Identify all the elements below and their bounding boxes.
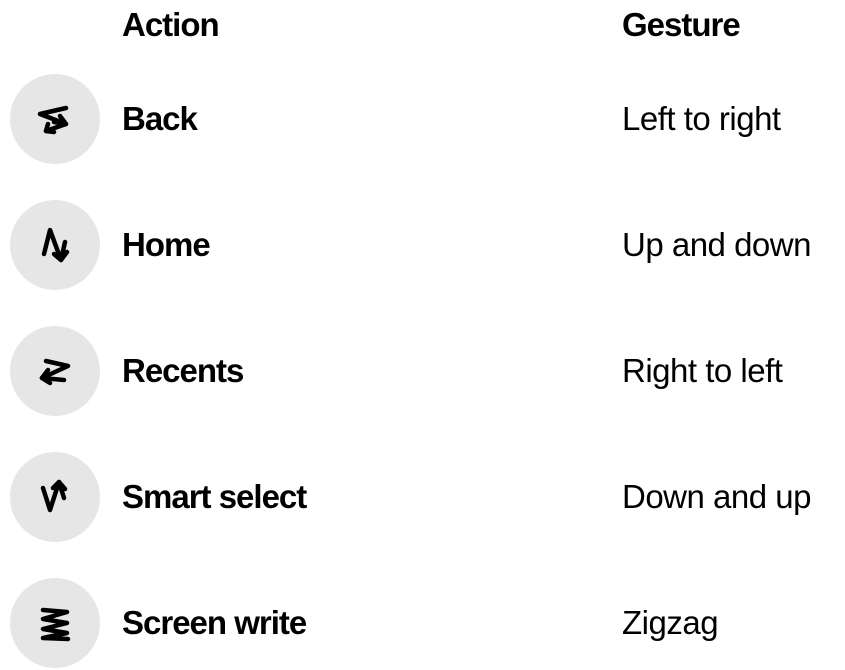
gesture-label: Left to right [622,100,781,137]
action-column-header: Action [122,6,220,43]
table-row: Back Left to right [0,74,845,166]
home-gesture-icon [10,200,100,290]
gesture-label: Zigzag [622,604,719,641]
action-label: Back [122,100,198,137]
action-label: Screen write [122,604,307,641]
gesture-column-header: Gesture [622,6,741,43]
action-label: Recents [122,352,244,389]
table-row: Home Up and down [0,200,845,292]
action-label: Smart select [122,478,307,515]
back-gesture-icon [10,74,100,164]
gesture-label: Down and up [622,478,811,515]
action-label: Home [122,226,211,263]
screen-write-gesture-icon [10,578,100,668]
recents-gesture-icon [10,326,100,416]
gesture-label: Right to left [622,352,783,389]
table-row: Smart select Down and up [0,452,845,544]
table-row: Recents Right to left [0,326,845,418]
table-row: Screen write Zigzag [0,578,845,670]
gesture-label: Up and down [622,226,811,263]
smart-select-gesture-icon [10,452,100,542]
table-header: Action Gesture [0,0,845,50]
